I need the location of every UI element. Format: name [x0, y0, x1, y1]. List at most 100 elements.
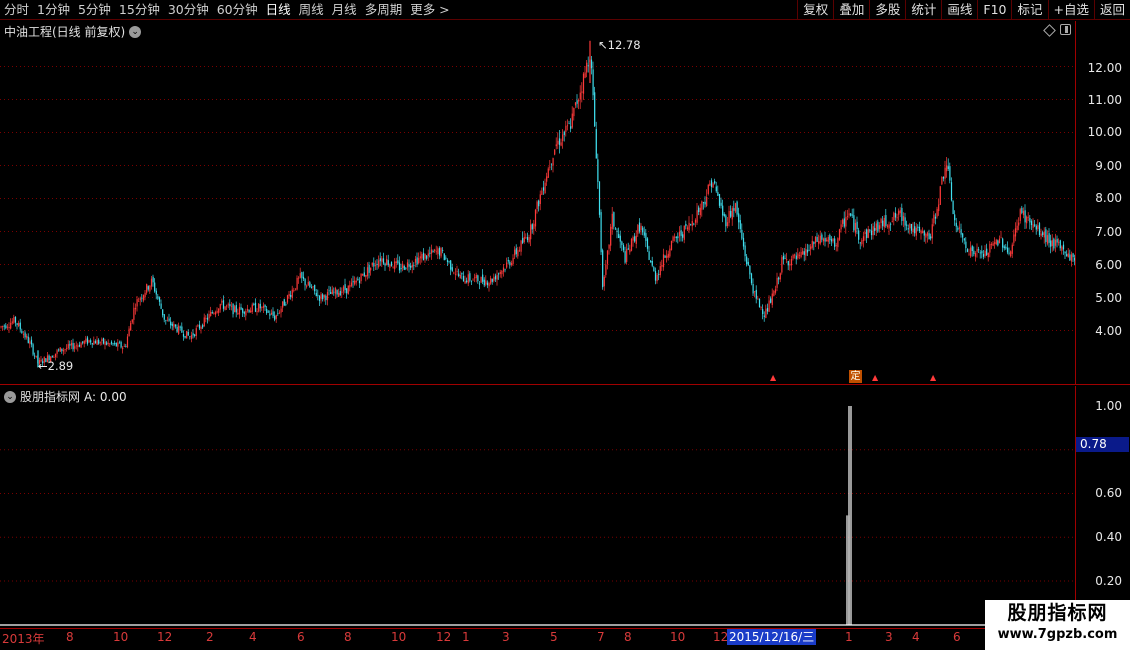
candle-body [987, 252, 989, 258]
candle-body [578, 99, 580, 102]
candle-body [270, 312, 273, 315]
tab-more[interactable]: 更多 > [406, 0, 453, 20]
tab-daily[interactable]: 日线 [262, 0, 295, 20]
candle-body [539, 194, 541, 205]
tab-fenshi[interactable]: 分时 [0, 0, 33, 20]
candle-body [501, 270, 503, 275]
candle-body [277, 313, 279, 315]
add-watchlist-button[interactable]: +自选 [1047, 0, 1094, 20]
candle-body [13, 317, 15, 323]
candle-body [118, 342, 121, 344]
candle-body [584, 72, 586, 78]
candle-body [211, 312, 213, 314]
candle-body [838, 229, 841, 240]
tab-weekly[interactable]: 周线 [295, 0, 328, 20]
multi-stock-button[interactable]: 多股 [869, 0, 905, 20]
draw-line-button[interactable]: 画线 [941, 0, 977, 20]
candle-body [131, 319, 133, 323]
candle-body [723, 214, 725, 217]
candle-body [981, 250, 983, 254]
candle-body [258, 303, 260, 312]
candle-body [117, 342, 119, 347]
candle-body [110, 341, 113, 344]
chevron-down-icon[interactable]: ⌄ [129, 25, 142, 38]
candle-body [194, 334, 196, 336]
candle-body [262, 305, 265, 308]
date-tick: 8 [66, 630, 74, 644]
candle-body [1035, 225, 1037, 230]
tab-30min[interactable]: 30分钟 [164, 0, 213, 20]
tab-monthly[interactable]: 月线 [328, 0, 361, 20]
candle-body [573, 107, 575, 117]
candle-body [160, 303, 162, 309]
pane-divider[interactable] [0, 384, 1130, 385]
indicator-tick: 0.40 [1095, 530, 1122, 544]
candle-body [1069, 254, 1071, 261]
candle-body [800, 251, 802, 258]
tab-multi-period[interactable]: 多周期 [361, 0, 407, 20]
tab-5min[interactable]: 5分钟 [74, 0, 115, 20]
candle-body [534, 209, 537, 227]
candle-body [685, 223, 687, 227]
price-chart[interactable] [0, 21, 1075, 384]
candle-body [347, 285, 349, 295]
diamond-icon[interactable] [1043, 24, 1056, 37]
candle-body [594, 92, 596, 127]
candle-body [278, 312, 281, 314]
low-price-label: ←2.89 [38, 359, 74, 373]
candle-body [75, 345, 77, 347]
candle-body [432, 251, 434, 253]
candle-body [392, 267, 394, 269]
candle-body [795, 255, 797, 260]
back-button[interactable]: 返回 [1093, 0, 1130, 20]
candle-body [731, 208, 733, 220]
candle-body [971, 246, 973, 251]
overlay-button[interactable]: 叠加 [833, 0, 869, 20]
candle-body [798, 255, 801, 256]
candle-body [274, 315, 276, 320]
candle-body [150, 278, 153, 287]
toolbar: 分时 1分钟 5分钟 15分钟 30分钟 60分钟 日线 周线 月线 多周期 更… [0, 0, 1130, 20]
tab-15min[interactable]: 15分钟 [115, 0, 164, 20]
mark-button[interactable]: 标记 [1011, 0, 1047, 20]
candle-body [507, 259, 509, 262]
candle-body [1062, 244, 1065, 250]
low-arrow-icon: ← [38, 359, 48, 373]
candle-body [738, 213, 740, 223]
candle-body [728, 211, 730, 223]
candle-body [11, 321, 13, 324]
candle-body [453, 272, 455, 274]
fuquan-button[interactable]: 复权 [797, 0, 833, 20]
candle-body [638, 222, 641, 232]
indicator-chart[interactable] [0, 386, 1075, 626]
panel-toggle-icon[interactable] [1060, 24, 1071, 35]
candle-body [651, 260, 653, 266]
candle-body [530, 224, 532, 240]
candle-body [896, 217, 898, 219]
candle-body [762, 309, 764, 315]
stats-button[interactable]: 统计 [905, 0, 941, 20]
price-chart-pane[interactable]: 中油工程(日线 前复权) ⌄ ↖12.78 ←2.89 ▲ ▲ ▲ 定 [0, 21, 1075, 384]
candle-body [222, 300, 225, 309]
candle-body [243, 311, 245, 314]
chevron-down-icon[interactable]: ⌄ [4, 390, 16, 403]
candle-body [179, 326, 181, 328]
candle-body [128, 328, 130, 337]
candle-body [936, 208, 938, 217]
candle-body [776, 277, 778, 288]
tab-1min[interactable]: 1分钟 [33, 0, 74, 20]
candle-body [746, 256, 748, 265]
candle-body [53, 357, 55, 358]
candle-body [358, 280, 361, 284]
price-tick: 9.00 [1095, 159, 1122, 173]
candle-body [198, 324, 201, 329]
candle-body [794, 254, 796, 256]
candle-body [389, 264, 391, 268]
candle-body [333, 291, 335, 293]
candle-body [928, 233, 930, 240]
candle-body [997, 240, 999, 246]
tab-60min[interactable]: 60分钟 [213, 0, 262, 20]
indicator-pane[interactable]: ⌄ 股朋指标网 A: 0.00 [0, 386, 1075, 626]
candle-body [846, 216, 849, 217]
f10-button[interactable]: F10 [977, 0, 1011, 20]
